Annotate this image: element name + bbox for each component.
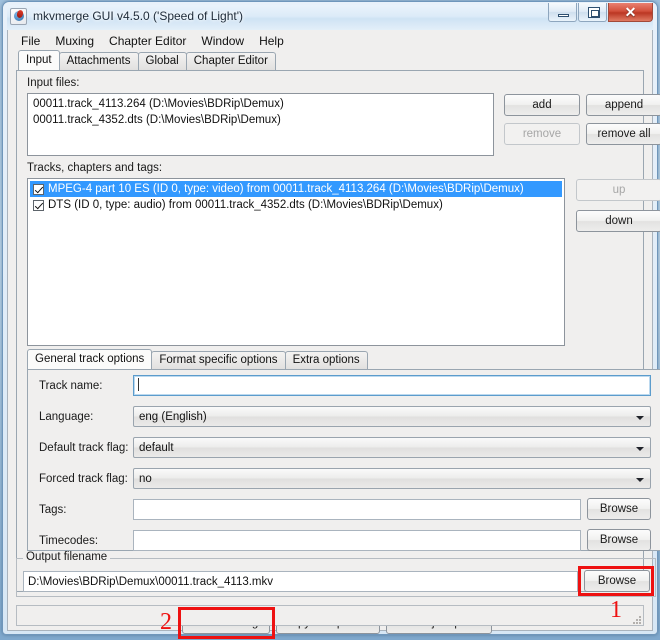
tracks-label: Tracks, chapters and tags:	[27, 162, 163, 174]
text-caret	[138, 378, 139, 391]
tab-chapter-editor[interactable]: Chapter Editor	[185, 52, 276, 70]
table-row[interactable]: DTS (ID 0, type: audio) from 00011.track…	[30, 197, 562, 213]
default-track-flag-select[interactable]: default	[133, 437, 651, 458]
input-files-list[interactable]: 00011.track_4113.264 (D:\Movies\BDRip\De…	[27, 93, 494, 156]
application-window: mkvmerge GUI v4.5.0 ('Speed of Light') ✕…	[2, 1, 660, 639]
track-checkbox[interactable]	[33, 183, 44, 195]
status-bar	[16, 605, 644, 626]
chevron-down-icon	[636, 416, 644, 420]
remove-all-button[interactable]: remove all	[586, 123, 660, 145]
language-value: eng (English)	[139, 411, 207, 423]
tab-extra-options[interactable]: Extra options	[284, 351, 368, 369]
track-label: DTS (ID 0, type: audio) from 00011.track…	[48, 199, 443, 211]
table-row[interactable]: MPEG-4 part 10 ES (ID 0, type: video) fr…	[30, 181, 562, 197]
tracks-list[interactable]: MPEG-4 part 10 ES (ID 0, type: video) fr…	[27, 178, 565, 346]
menu-muxing[interactable]: Muxing	[48, 33, 101, 51]
chevron-down-icon	[636, 478, 644, 482]
title-bar[interactable]: mkvmerge GUI v4.5.0 ('Speed of Light') ✕	[7, 3, 653, 30]
window-title: mkvmerge GUI v4.5.0 ('Speed of Light')	[33, 9, 244, 23]
menu-chapter-editor[interactable]: Chapter Editor	[102, 33, 193, 51]
client-area: File Muxing Chapter Editor Window Help I…	[7, 30, 660, 639]
output-filename-input[interactable]: D:\Movies\BDRip\Demux\00011.track_4113.m…	[23, 571, 578, 592]
list-item[interactable]: 00011.track_4113.264 (D:\Movies\BDRip\De…	[30, 96, 491, 112]
remove-button[interactable]: remove	[504, 123, 580, 145]
timecodes-label: Timecodes:	[39, 535, 99, 547]
menu-window[interactable]: Window	[194, 33, 251, 51]
tab-general-track-options[interactable]: General track options	[27, 349, 153, 369]
timecodes-browse-button[interactable]: Browse	[587, 529, 651, 551]
annotation-marker-one: 1	[610, 597, 622, 623]
tags-label: Tags:	[39, 504, 67, 516]
move-up-button[interactable]: up	[576, 179, 660, 201]
output-filename-group: Output filename D:\Movies\BDRip\Demux\00…	[16, 551, 656, 597]
track-name-label: Track name:	[39, 380, 103, 392]
minimize-button[interactable]	[548, 3, 577, 22]
language-select[interactable]: eng (English)	[133, 406, 651, 427]
track-label: MPEG-4 part 10 ES (ID 0, type: video) fr…	[48, 183, 524, 195]
maximize-button[interactable]	[578, 3, 607, 22]
close-button[interactable]: ✕	[608, 3, 653, 22]
track-checkbox[interactable]	[33, 199, 44, 211]
main-tab-strip: Input Attachments Global Chapter Editor	[8, 50, 652, 70]
annotation-marker-two: 2	[160, 609, 172, 635]
input-files-label: Input files:	[27, 77, 80, 89]
timecodes-input[interactable]	[133, 530, 581, 551]
list-item[interactable]: 00011.track_4352.dts (D:\Movies\BDRip\De…	[30, 112, 491, 128]
input-tab-page: Input files: 00011.track_4113.264 (D:\Mo…	[16, 70, 660, 592]
track-name-input[interactable]	[133, 375, 651, 396]
tab-format-specific-options[interactable]: Format specific options	[151, 351, 286, 369]
tab-global[interactable]: Global	[137, 52, 187, 70]
forced-track-flag-label: Forced track flag:	[39, 473, 128, 485]
tab-attachments[interactable]: Attachments	[58, 52, 139, 70]
close-icon: ✕	[624, 4, 637, 20]
general-track-options-page: Track name: Language: eng (English) Defa…	[27, 369, 660, 551]
tags-browse-button[interactable]: Browse	[587, 498, 651, 520]
tags-input[interactable]	[133, 499, 581, 520]
resize-grip[interactable]	[630, 613, 641, 624]
chevron-down-icon	[636, 447, 644, 451]
menu-file[interactable]: File	[14, 33, 47, 51]
menu-bar: File Muxing Chapter Editor Window Help	[8, 30, 652, 51]
track-tab-strip: General track options Format specific op…	[17, 349, 643, 369]
app-logo-icon	[10, 8, 27, 25]
menu-help[interactable]: Help	[252, 33, 291, 51]
maximize-icon	[588, 7, 600, 18]
forced-track-flag-select[interactable]: no	[133, 468, 651, 489]
default-track-flag-value: default	[139, 442, 174, 454]
window-controls: ✕	[547, 3, 653, 22]
tab-input[interactable]: Input	[18, 50, 60, 70]
forced-track-flag-value: no	[139, 473, 152, 485]
append-button[interactable]: append	[586, 94, 660, 116]
move-down-button[interactable]: down	[576, 210, 660, 232]
add-button[interactable]: add	[504, 94, 580, 116]
language-label: Language:	[39, 411, 94, 423]
minimize-icon	[558, 14, 569, 17]
output-filename-legend: Output filename	[23, 551, 111, 563]
default-track-flag-label: Default track flag:	[39, 442, 129, 454]
output-browse-button[interactable]: Browse	[584, 570, 650, 592]
